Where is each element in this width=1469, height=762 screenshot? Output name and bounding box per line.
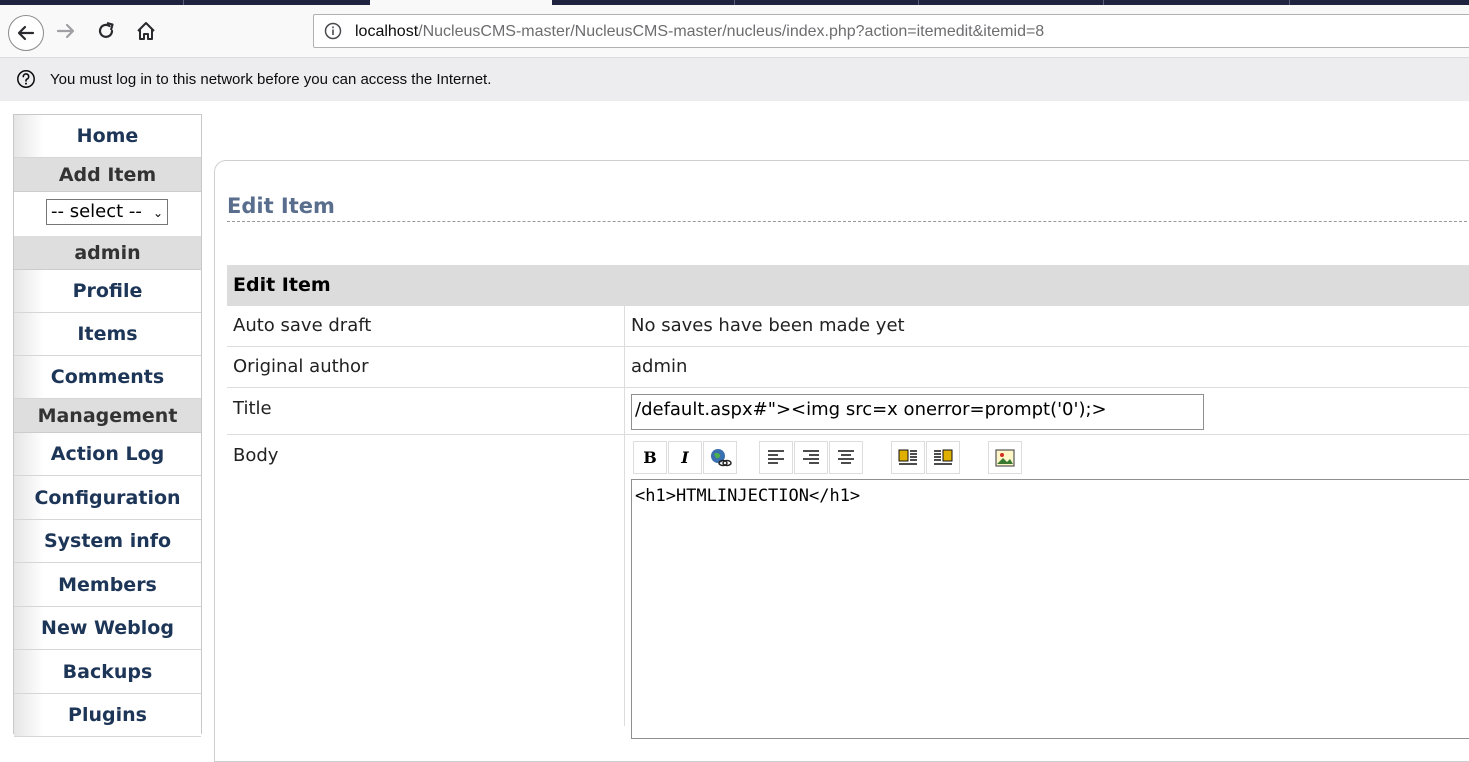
reload-icon bbox=[98, 21, 114, 38]
menu-profile[interactable]: Profile bbox=[14, 270, 201, 313]
row-auto-save: Auto save draft No saves have been made … bbox=[227, 306, 1469, 347]
chevron-down-icon: ⌄ bbox=[152, 206, 163, 220]
align-left-icon bbox=[768, 449, 784, 464]
blog-select-container: -- select -- ⌄ bbox=[14, 192, 201, 237]
align-center-icon bbox=[838, 449, 854, 464]
table-header: Edit Item bbox=[227, 265, 1469, 306]
blog-select-value: -- select -- bbox=[51, 201, 142, 222]
media-left-icon bbox=[898, 449, 917, 465]
align-left-button[interactable] bbox=[759, 441, 793, 474]
navigation-toolbar: localhost/NucleusCMS-master/NucleusCMS-m… bbox=[0, 5, 1469, 57]
menu-plugins[interactable]: Plugins bbox=[14, 694, 201, 737]
url-path: /NucleusCMS-master/NucleusCMS-master/nuc… bbox=[418, 23, 1045, 40]
align-center-button[interactable] bbox=[829, 441, 863, 474]
menu-new-weblog[interactable]: New Weblog bbox=[14, 607, 201, 650]
back-button[interactable] bbox=[8, 15, 44, 51]
reload-button[interactable] bbox=[90, 17, 122, 45]
row-original-author: Original author admin bbox=[227, 347, 1469, 388]
align-right-button[interactable] bbox=[794, 441, 828, 474]
title-divider bbox=[227, 221, 1469, 222]
info-icon[interactable] bbox=[324, 22, 342, 40]
back-arrow-icon bbox=[17, 25, 35, 41]
menu-action-log[interactable]: Action Log bbox=[14, 433, 201, 476]
bold-icon: B bbox=[643, 448, 657, 467]
body-textarea[interactable]: <h1>HTMLINJECTION</h1> bbox=[631, 479, 1469, 739]
menu-header-user: admin bbox=[14, 236, 201, 270]
question-circle-icon bbox=[17, 70, 35, 88]
menu-configuration[interactable]: Configuration bbox=[14, 476, 201, 520]
notification-message: You must log in to this network before y… bbox=[50, 71, 492, 88]
notification-bar: You must log in to this network before y… bbox=[0, 57, 1469, 101]
author-label: Original author bbox=[233, 356, 369, 377]
italic-button[interactable]: I bbox=[668, 441, 702, 474]
menu-comments[interactable]: Comments bbox=[14, 356, 201, 399]
menu-header-management: Management bbox=[14, 399, 201, 433]
menu-members[interactable]: Members bbox=[14, 563, 201, 607]
menu-header-add-item: Add Item bbox=[14, 158, 201, 192]
home-icon bbox=[137, 22, 155, 40]
insert-image-button[interactable] bbox=[988, 441, 1022, 474]
title-label: Title bbox=[233, 398, 272, 419]
menu-items[interactable]: Items bbox=[14, 313, 201, 356]
page-title: Edit Item bbox=[227, 194, 335, 218]
blog-select[interactable]: -- select -- ⌄ bbox=[46, 199, 168, 225]
media-right-button[interactable] bbox=[926, 441, 960, 474]
globe-link-icon bbox=[711, 448, 732, 466]
image-icon bbox=[995, 448, 1015, 467]
bold-button[interactable]: B bbox=[633, 441, 667, 474]
align-right-icon bbox=[803, 449, 819, 464]
auto-save-status: No saves have been made yet bbox=[631, 315, 905, 336]
forward-button[interactable] bbox=[50, 17, 82, 45]
auto-save-label: Auto save draft bbox=[233, 315, 372, 336]
title-input[interactable]: /default.aspx#"><img src=x onerror=promp… bbox=[631, 394, 1204, 430]
italic-icon: I bbox=[681, 448, 689, 467]
menu-backups[interactable]: Backups bbox=[14, 650, 201, 694]
media-right-icon bbox=[934, 449, 953, 465]
menu-home[interactable]: Home bbox=[14, 115, 201, 158]
forward-arrow-icon bbox=[56, 23, 75, 39]
author-value: admin bbox=[631, 356, 688, 377]
body-label: Body bbox=[233, 445, 279, 466]
address-bar[interactable]: localhost/NucleusCMS-master/NucleusCMS-m… bbox=[313, 14, 1469, 48]
url-text[interactable]: localhost/NucleusCMS-master/NucleusCMS-m… bbox=[355, 23, 1044, 41]
home-button[interactable] bbox=[130, 17, 162, 45]
insert-link-button[interactable] bbox=[703, 441, 737, 474]
menu-system-info[interactable]: System info bbox=[14, 520, 201, 563]
media-left-button[interactable] bbox=[891, 441, 925, 474]
url-host: localhost bbox=[355, 23, 419, 40]
admin-sidebar: Home Add Item -- select -- ⌄ admin Profi… bbox=[13, 114, 202, 737]
